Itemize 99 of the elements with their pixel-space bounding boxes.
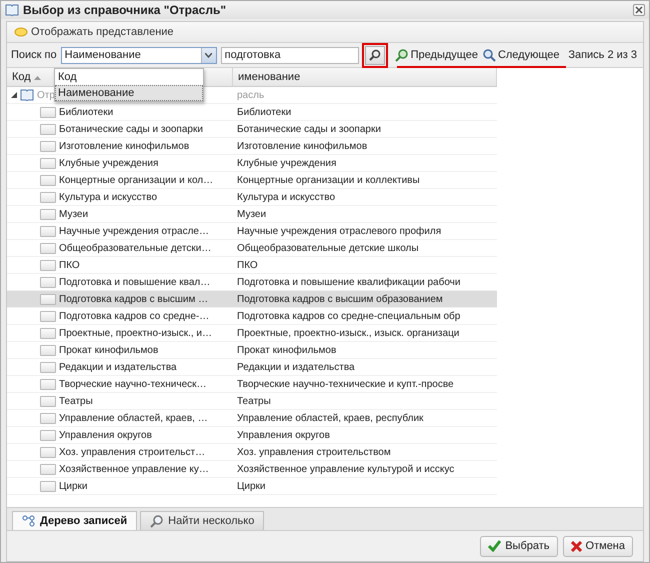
code-cell: Культура и искусство <box>59 192 158 202</box>
tree-row[interactable]: Клубные учреждения Клубные учреждения <box>7 155 497 172</box>
code-cell: Концертные организации и кол… <box>59 174 214 186</box>
name-cell: Театры <box>237 396 271 406</box>
tree-row[interactable]: Управление областей, краев, … Управление областей, краев, республик <box>7 410 497 427</box>
code-cell: Цирки <box>59 480 88 492</box>
code-cell: ПКО <box>59 260 80 270</box>
code-cell: Библиотеки <box>59 106 114 118</box>
name-cell: Клубные учреждения <box>237 158 336 168</box>
name-cell: Управление областей, краев, республик <box>237 412 424 424</box>
name-cell: Культура и искусство <box>237 192 336 202</box>
tree-row[interactable]: Прокат кинофильмов Прокат кинофильмов <box>7 342 497 359</box>
chevron-down-icon <box>205 52 212 58</box>
dropdown-option[interactable]: Наименование <box>55 85 203 101</box>
tree-row[interactable]: ПКО ПКО <box>7 257 497 274</box>
name-cell: Хоз. управления строительством <box>237 446 391 458</box>
window-title: Выбор из справочника "Отрасль" <box>23 3 228 17</box>
name-cell: Ботанические сады и зоопарки <box>237 124 381 134</box>
name-cell: Хозяйственное управление культурой и исскус <box>237 464 454 474</box>
tree-row[interactable]: Музеи Музеи <box>7 206 497 223</box>
name-cell: Управления округов <box>237 430 330 440</box>
expand-arrow-icon[interactable] <box>11 92 17 98</box>
tree-row[interactable]: Научные учреждения отрасле… Научные учреждения отраслевого профиля <box>7 223 497 240</box>
tree-row[interactable]: Управления округов Управления округов <box>7 427 497 444</box>
magnifier-icon <box>482 48 496 62</box>
name-cell: Изготовление кинофильмов <box>237 140 368 152</box>
name-cell: Подготовка и повышение квалификации рабочи <box>237 276 460 288</box>
tree-row[interactable]: Культура и искусство Культура и искусство <box>7 189 497 206</box>
magnifier-icon <box>150 514 164 528</box>
magnifier-icon <box>394 48 409 62</box>
name-cell: ПКО <box>237 260 258 270</box>
view-button[interactable]: Отображать представление <box>12 26 176 38</box>
code-cell: Проектные, проектно-изыск., и… <box>59 328 212 338</box>
name-cell: Библиотеки <box>237 106 292 118</box>
search-icon <box>368 49 381 61</box>
next-button[interactable]: Следующее <box>482 48 560 62</box>
speech-bubble-icon <box>14 26 28 38</box>
cancel-button[interactable]: Отмена <box>562 536 633 556</box>
sort-arrow-icon <box>34 74 41 80</box>
tree-row[interactable]: Хозяйственное управление ку… Хозяйственное управление культурой и исскус <box>7 461 497 478</box>
code-cell: Ботанические сады и зоопарки <box>59 124 203 134</box>
tree-row[interactable]: Цирки Цирки <box>7 478 497 495</box>
tree-row[interactable]: Редакции и издательства Редакции и издательства <box>7 359 497 376</box>
book-icon <box>20 89 34 101</box>
code-cell: Научные учреждения отрасле… <box>59 226 209 236</box>
code-cell: Творческие научно-техническ… <box>59 378 207 390</box>
name-cell: Прокат кинофильмов <box>237 344 336 356</box>
code-cell: Театры <box>59 396 93 406</box>
code-cell: Изготовление кинофильмов <box>59 140 190 152</box>
name-cell: Музеи <box>237 208 266 220</box>
check-icon <box>488 540 502 552</box>
code-cell: Подготовка кадров с высшим … <box>59 294 208 304</box>
tab[interactable]: Найти несколько <box>140 511 264 530</box>
tree-row[interactable]: Библиотеки Библиотеки <box>7 104 497 121</box>
record-counter: Запись 2 из 3 <box>568 49 638 61</box>
name-cell: Проектные, проектно-изыск., изыск. организаци <box>237 328 460 338</box>
code-cell: Подготовка кадров со средне-… <box>59 310 210 322</box>
name-cell: Концертные организации и коллективы <box>237 174 420 186</box>
code-cell: Прокат кинофильмов <box>59 344 158 356</box>
name-cell: Научные учреждения отраслевого профиля <box>237 226 442 236</box>
code-cell: Клубные учреждения <box>59 158 158 168</box>
tree-icon <box>22 515 36 527</box>
name-cell: Общеобразовательные детские школы <box>237 242 419 254</box>
code-cell: Подготовка и повышение квал… <box>59 276 210 288</box>
search-field[interactable]: подготовка <box>220 46 359 64</box>
code-cell: Хоз. управления строительст… <box>59 446 206 458</box>
code-cell: Управления округов <box>59 430 152 440</box>
tree-row[interactable]: Театры Театры <box>7 393 497 410</box>
tree-row[interactable]: Концертные организации и кол… Концертные организации и коллективы <box>7 172 497 189</box>
close-button[interactable] <box>633 4 645 16</box>
code-cell: Отр <box>37 90 55 100</box>
search-by-label: Поиск по <box>11 49 57 61</box>
cross-icon <box>570 540 582 552</box>
name-cell: Подготовка кадров с высшим образованием <box>237 294 443 304</box>
tree-row[interactable]: Подготовка кадров со средне-… Подготовка кадров со средне-специальным обр <box>7 308 497 325</box>
code-cell: Хозяйственное управление ку… <box>59 464 209 474</box>
dropdown-option[interactable]: Код <box>55 69 203 85</box>
tree-row[interactable]: Изготовление кинофильмов Изготовление кинофильмов <box>7 138 497 155</box>
tab[interactable]: Дерево записей <box>12 511 138 530</box>
tree-row[interactable]: Ботанические сады и зоопарки Ботанические сады и зоопарки <box>7 121 497 138</box>
tree-row[interactable]: Подготовка кадров с высшим … Подготовка кадров с высшим образованием <box>7 291 497 308</box>
select-button[interactable]: Выбрать <box>480 536 558 556</box>
code-cell: Музеи <box>59 208 88 220</box>
name-cell: Подготовка кадров со средне-специальным обр <box>237 310 460 322</box>
previous-button[interactable]: Предыдущее <box>394 48 478 62</box>
code-cell: Управление областей, краев, … <box>59 412 208 424</box>
code-cell: Общеобразовательные детски… <box>59 242 212 254</box>
book-icon <box>5 4 19 16</box>
column-header[interactable]: именование <box>233 68 497 86</box>
tree-row[interactable]: Хоз. управления строительст… Хоз. управления строительством <box>7 444 497 461</box>
field-select[interactable]: Наименование <box>60 46 217 64</box>
tree-row[interactable]: Общеобразовательные детски… Общеобразовательные детские школы <box>7 240 497 257</box>
tree-row[interactable]: Творческие научно-техническ… Творческие научно-технические и купт.-просве <box>7 376 497 393</box>
name-cell: расль <box>237 90 264 100</box>
name-cell: Творческие научно-технические и купт.-просве <box>237 378 454 390</box>
name-cell: Редакции и издательства <box>237 362 355 372</box>
code-cell: Редакции и издательства <box>59 362 177 372</box>
name-cell: Цирки <box>237 480 266 492</box>
tree-row[interactable]: Проектные, проектно-изыск., и… Проектные, проектно-изыск., изыск. организаци <box>7 325 497 342</box>
